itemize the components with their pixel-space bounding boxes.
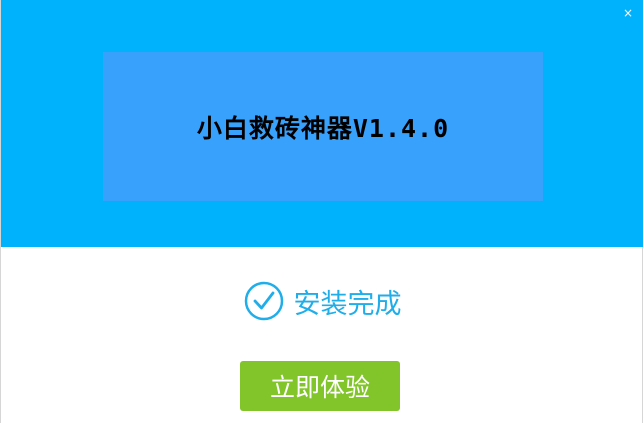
try-now-label: 立即体验 xyxy=(269,373,370,402)
status-text: 安装完成 xyxy=(293,288,402,320)
install-status: 安装完成 xyxy=(1,280,643,322)
header-panel: × 小白救砖神器V1.4.0 xyxy=(1,0,643,247)
installer-window: × 小白救砖神器V1.4.0 安装完成 立即体验 xyxy=(0,0,643,423)
check-circle-icon xyxy=(244,281,283,321)
close-button[interactable]: × xyxy=(621,6,635,20)
banner: 小白救砖神器V1.4.0 xyxy=(103,52,543,201)
app-title: 小白救砖神器V1.4.0 xyxy=(196,113,450,143)
close-icon: × xyxy=(622,6,634,20)
try-now-button[interactable]: 立即体验 xyxy=(240,361,400,411)
